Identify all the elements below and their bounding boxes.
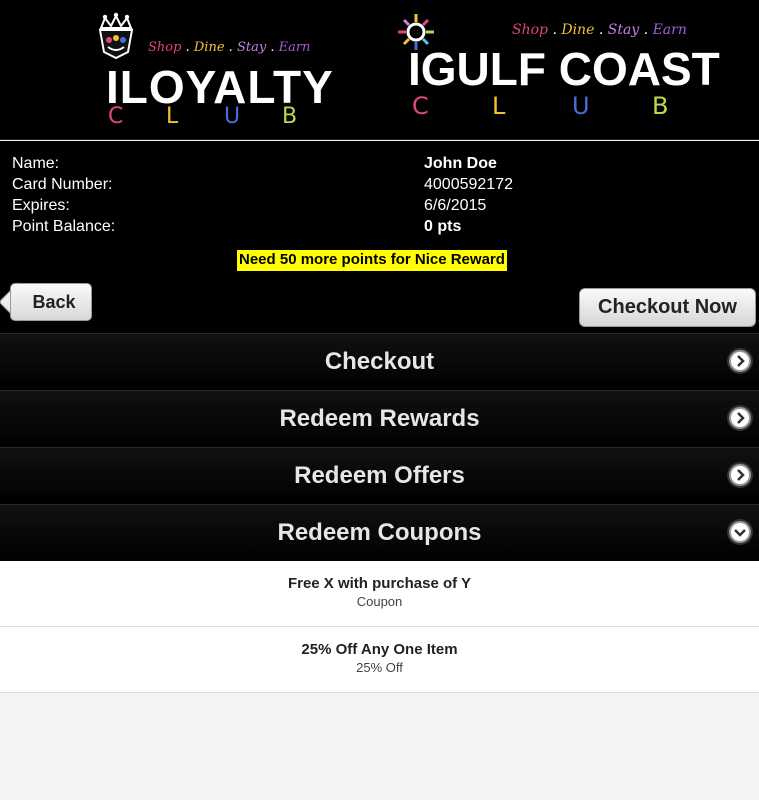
coupon-list: Free X with purchase of Y Coupon 25% Off… [0,561,759,693]
menu-item-redeem-offers[interactable]: Redeem Offers [0,447,759,504]
arrow-right-circle-icon [729,407,751,429]
point-balance-value: 0 pts [424,218,462,235]
menu-item-redeem-rewards[interactable]: Redeem Rewards [0,390,759,447]
back-button[interactable]: Back [10,283,92,321]
name-label: Name: [12,155,60,172]
expires-label: Expires: [12,197,70,214]
gulf-coast-logo: Shop . Dine . Stay . Earn IGULF COAST CL… [398,0,720,140]
menu-item-label: Redeem Offers [294,461,465,489]
right-wordmark: IGULF COAST [408,43,720,95]
card-number-row: Card Number: 4000592172 [12,176,752,197]
iloyalty-logo: Shop . Dine . Stay . Earn ILOYALTY CLUB [92,0,333,140]
arrow-right-circle-icon [729,464,751,486]
coupon-title: 25% Off Any One Item [301,641,458,658]
menu-item-checkout[interactable]: Checkout [0,333,759,390]
coupon-subtitle: Coupon [356,594,403,609]
card-number-value: 4000592172 [424,176,513,193]
left-tagline: Shop . Dine . Stay . Earn [148,40,311,55]
menu-item-redeem-coupons[interactable]: Redeem Coupons [0,504,759,561]
crown-icon [98,12,134,60]
coupon-subtitle: 25% Off [356,660,403,675]
action-menu: Checkout Redeem Rewards Redeem Offers Re… [0,333,759,561]
coupon-title: Free X with purchase of Y [287,575,472,592]
right-club-letters: CLUB [412,92,669,120]
expires-row: Expires: 6/6/2015 [12,197,752,218]
left-club-letters: CLUB [108,104,298,129]
coupon-item[interactable]: 25% Off Any One Item 25% Off [0,627,759,693]
arrow-right-circle-icon [729,350,751,372]
menu-item-label: Redeem Coupons [277,518,482,546]
coupon-item[interactable]: Free X with purchase of Y Coupon [0,561,759,627]
name-value: John Doe [424,155,497,172]
header: Shop . Dine . Stay . Earn ILOYALTY CLUB … [0,0,759,140]
chevron-down-circle-icon [729,521,751,543]
point-balance-row: Point Balance: 0 pts [12,218,752,239]
menu-item-label: Redeem Rewards [279,404,480,432]
name-row: Name: John Doe [12,155,752,176]
card-number-label: Card Number: [12,176,113,193]
expires-value: 6/6/2015 [424,197,487,214]
right-tagline: Shop . Dine . Stay . Earn [512,22,687,38]
reward-notice: Need 50 more points for Nice Reward [237,250,507,271]
checkout-now-button[interactable]: Checkout Now [579,288,756,327]
menu-item-label: Checkout [324,347,435,375]
point-balance-label: Point Balance: [12,218,116,235]
